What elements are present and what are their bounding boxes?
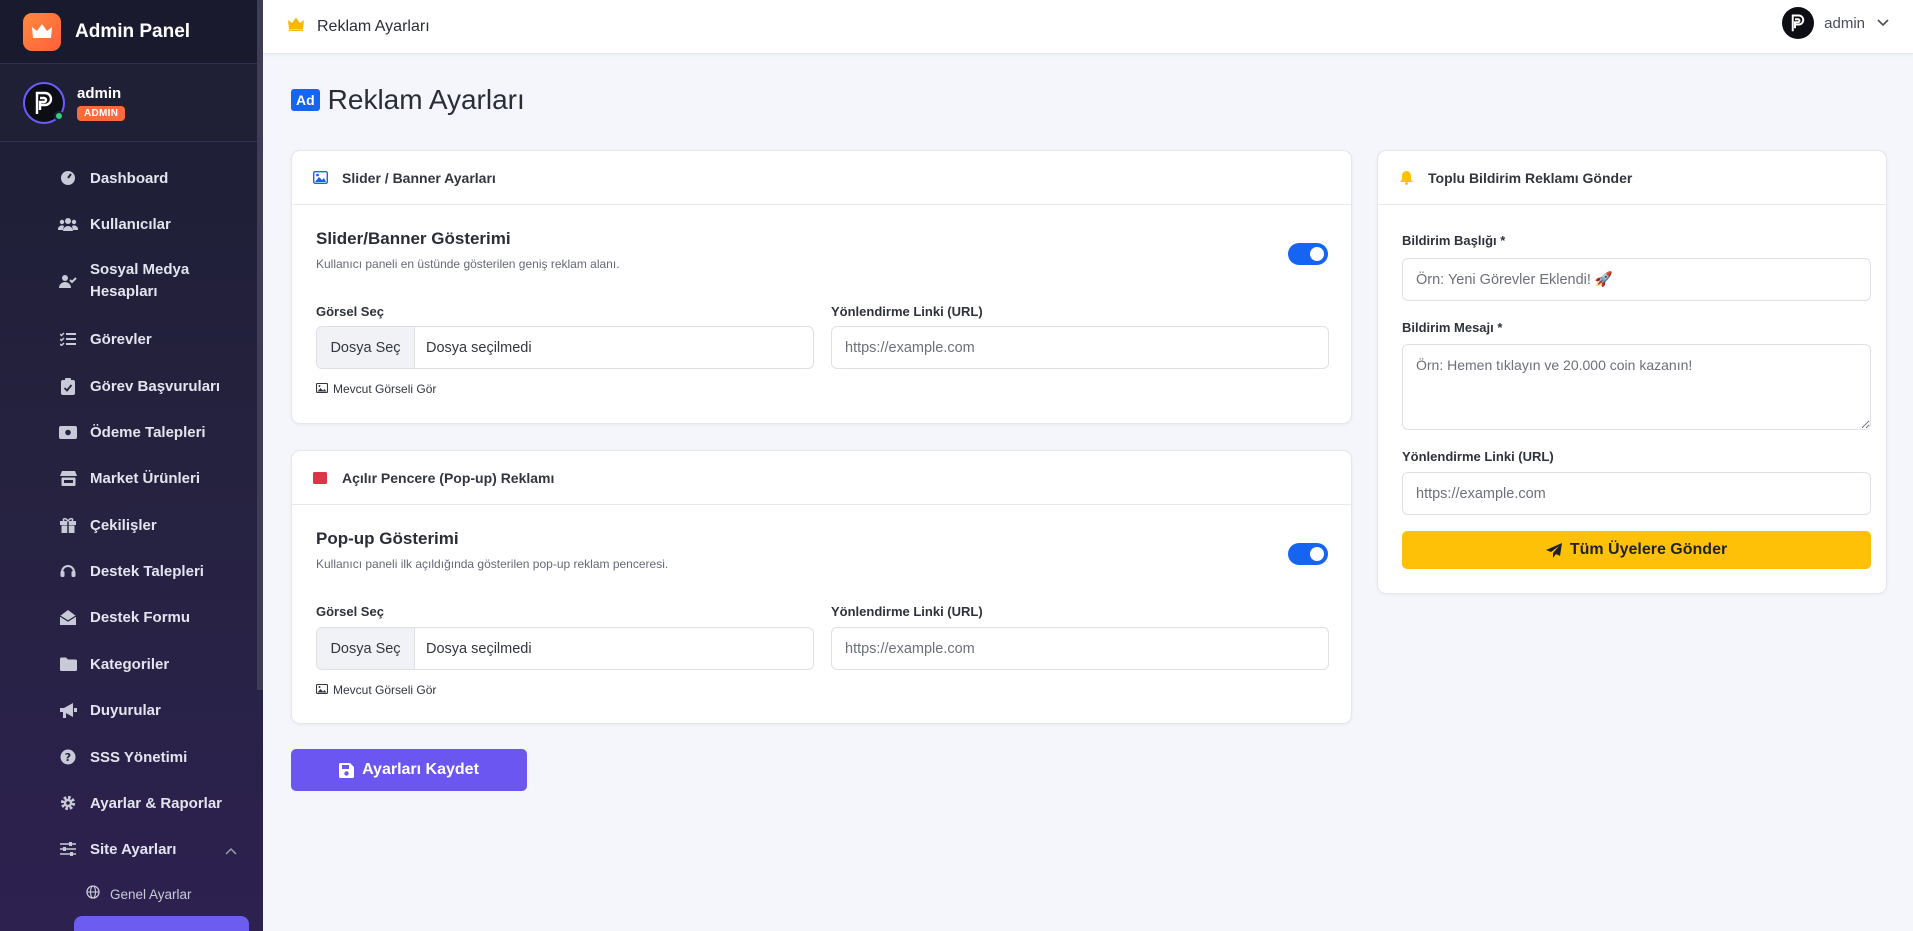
- card-header: Açılır Pencere (Pop-up) Reklamı: [292, 451, 1351, 505]
- page-heading: Ad Reklam Ayarları: [291, 84, 525, 116]
- sidebar-item-faq[interactable]: ? SSS Yönetimi: [0, 747, 263, 769]
- send-to-all-button[interactable]: Tüm Üyelere Gönder: [1402, 531, 1871, 569]
- online-status-dot: [54, 110, 64, 121]
- bell-icon: [1398, 170, 1414, 186]
- bulk-notification-card: Toplu Bildirim Reklamı Gönder Bildirim B…: [1377, 150, 1887, 594]
- card-header: Toplu Bildirim Reklamı Gönder: [1378, 151, 1886, 205]
- list-check-icon: [58, 329, 78, 349]
- sidebar-nav: Dashboard Kullanıcılar Sosyal Medya Hesa…: [0, 142, 263, 931]
- image-icon: [315, 382, 329, 396]
- chevron-down-icon: [1877, 14, 1889, 32]
- view-current-image-link[interactable]: Mevcut Görseli Gör: [315, 683, 436, 697]
- gauge-icon: [58, 168, 78, 188]
- window-icon: [312, 470, 328, 486]
- link-label: Yönlendirme Linki (URL): [831, 604, 983, 619]
- image-label: Görsel Seç: [316, 604, 384, 619]
- paper-plane-icon: [1545, 542, 1562, 558]
- floppy-disk-icon: [339, 762, 355, 778]
- question-circle-icon: ?: [58, 747, 78, 767]
- chevron-up-icon[interactable]: [225, 842, 237, 859]
- sidebar-item-support-tickets[interactable]: Destek Talepleri: [0, 561, 263, 583]
- sidebar-item-support-form[interactable]: Destek Formu: [0, 607, 263, 629]
- notification-message-label: Bildirim Mesajı *: [1402, 320, 1503, 335]
- user-menu[interactable]: admin: [1782, 7, 1889, 39]
- sidebar-item-payment-requests[interactable]: Ödeme Talepleri: [0, 422, 263, 444]
- crown-icon: [23, 12, 61, 51]
- page-title: Reklam Ayarları: [327, 84, 525, 115]
- popup-toggle[interactable]: [1288, 543, 1328, 565]
- sidebar-item-settings-reports[interactable]: Ayarlar & Raporlar: [0, 793, 263, 815]
- user-name: admin: [77, 84, 122, 102]
- sidebar-item-dashboard[interactable]: Dashboard: [0, 168, 263, 190]
- sidebar: Admin Panel admin ADMIN Dashboard Kullan…: [0, 0, 263, 931]
- popup-link-input[interactable]: [831, 627, 1329, 670]
- sidebar-item-site-settings[interactable]: Site Ayarları: [0, 839, 263, 861]
- avatar[interactable]: [23, 81, 65, 124]
- popup-settings-card: Açılır Pencere (Pop-up) Reklamı Pop-up G…: [291, 450, 1352, 724]
- popup-file-input[interactable]: Dosya Seç Dosya seçilmedi: [316, 627, 814, 670]
- notification-title-input[interactable]: [1402, 258, 1871, 301]
- headset-icon: [58, 561, 78, 581]
- section-description: Kullanıcı paneli en üstünde gösterilen g…: [316, 257, 620, 271]
- store-icon: [58, 468, 78, 488]
- notification-link-input[interactable]: [1402, 472, 1871, 515]
- sidebar-item-market-products[interactable]: Market Ürünleri: [0, 468, 263, 490]
- ad-icon: Ad: [291, 89, 320, 111]
- role-badge: ADMIN: [77, 105, 126, 121]
- sidebar-item-social-accounts[interactable]: Sosyal Medya Hesapları: [0, 259, 263, 303]
- card-header: Slider / Banner Ayarları: [292, 151, 1351, 205]
- svg-text:?: ?: [65, 751, 71, 764]
- link-label: Yönlendirme Linki (URL): [831, 304, 983, 319]
- brand[interactable]: Admin Panel: [0, 0, 263, 64]
- choose-file-button[interactable]: Dosya Seç: [317, 628, 415, 669]
- sliders-icon: [58, 839, 78, 859]
- users-icon: [58, 214, 78, 234]
- sidebar-item-giveaways[interactable]: Çekilişler: [0, 515, 263, 537]
- notification-link-label: Yönlendirme Linki (URL): [1402, 449, 1554, 464]
- section-description: Kullanıcı paneli ilk açıldığında gösteri…: [316, 557, 669, 571]
- sidebar-item-task-applications[interactable]: Görev Başvuruları: [0, 376, 263, 398]
- sidebar-item-announcements[interactable]: Duyurular: [0, 700, 263, 722]
- section-title: Pop-up Gösterimi: [316, 529, 459, 548]
- slider-file-input[interactable]: Dosya Seç Dosya seçilmedi: [316, 326, 814, 369]
- sidebar-subitem-general-settings[interactable]: Genel Ayarlar: [0, 883, 263, 905]
- image-icon: [315, 683, 329, 697]
- topbar-title: Reklam Ayarları: [317, 17, 430, 35]
- sidebar-subitem-active[interactable]: [74, 916, 249, 931]
- image-label: Görsel Seç: [316, 304, 384, 319]
- file-name: Dosya seçilmedi: [426, 339, 532, 356]
- image-icon: [312, 170, 328, 186]
- topbar: Reklam Ayarları admin: [263, 0, 1913, 54]
- slider-toggle[interactable]: [1288, 243, 1328, 265]
- money-bill-icon: [58, 422, 78, 442]
- folder-icon: [58, 654, 78, 674]
- sidebar-item-tasks[interactable]: Görevler: [0, 329, 263, 351]
- slider-link-input[interactable]: [831, 326, 1329, 369]
- choose-file-button[interactable]: Dosya Seç: [317, 327, 415, 368]
- globe-icon: [86, 885, 100, 902]
- gift-icon: [58, 515, 78, 535]
- bullhorn-icon: [58, 700, 78, 720]
- crown-icon: [287, 17, 305, 36]
- sidebar-user: admin ADMIN: [0, 64, 263, 142]
- clipboard-check-icon: [58, 376, 78, 396]
- file-name: Dosya seçilmedi: [426, 640, 532, 657]
- gear-icon: [58, 793, 78, 813]
- sidebar-item-categories[interactable]: Kategoriler: [0, 654, 263, 676]
- slider-settings-card: Slider / Banner Ayarları Slider/Banner G…: [291, 150, 1352, 424]
- user-menu-name: admin: [1824, 14, 1865, 32]
- user-check-icon: [58, 271, 78, 291]
- brand-title: Admin Panel: [75, 20, 191, 42]
- notification-title-label: Bildirim Başlığı *: [1402, 233, 1506, 248]
- save-settings-button[interactable]: Ayarları Kaydet: [291, 749, 527, 791]
- view-current-image-link[interactable]: Mevcut Görseli Gör: [315, 382, 436, 396]
- section-title: Slider/Banner Gösterimi: [316, 229, 511, 248]
- sidebar-item-users[interactable]: Kullanıcılar: [0, 214, 263, 236]
- envelope-open-icon: [58, 607, 78, 627]
- avatar[interactable]: [1782, 7, 1815, 39]
- notification-message-textarea[interactable]: [1402, 344, 1871, 430]
